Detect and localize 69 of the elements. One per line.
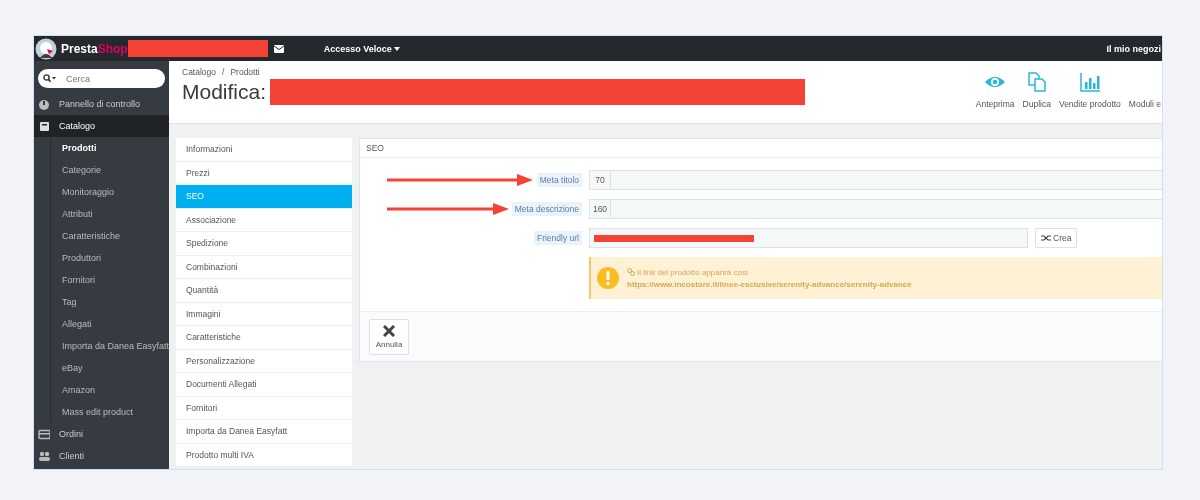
url-field[interactable] [589,228,1028,248]
shop-link[interactable]: Il mio negozi [1106,43,1161,54]
toolbar-button[interactable]: Vendite prodotto [1058,71,1121,123]
mail-icon[interactable] [273,44,284,53]
alert-text: Il link del prodotto apparirà cosi [637,267,748,277]
submenu-item[interactable]: Importa da Danea Easyfatt [51,335,169,357]
shuffle-icon [1041,234,1051,242]
field-label: Meta descrizione [511,202,582,216]
submenu-item[interactable]: Allegati [51,313,169,335]
submenu-item[interactable]: Caratteristiche [51,225,169,247]
submenu-item[interactable]: eBay [51,357,169,379]
gauge-icon [38,98,50,110]
tab[interactable]: Caratteristiche [176,326,352,350]
tab[interactable]: Spedizione [176,232,352,256]
field-label: Meta titolo [536,173,582,187]
tab[interactable]: Fornitori [176,396,352,420]
users-icon [38,450,50,462]
tab[interactable]: Importa da Danea Easyfatt [176,420,352,444]
submenu-item[interactable]: Categorie [51,159,169,181]
breadcrumb-separator: / [222,67,225,77]
submenu-item[interactable]: Prodotti [51,137,169,159]
panel-title: SEO [360,139,1162,158]
link-icon [627,268,635,276]
create-button[interactable]: Crea [1035,228,1078,248]
submenu-item[interactable]: Produttori [51,247,169,269]
text-field[interactable]: 160 [589,199,1162,219]
submenu-item[interactable]: Monitoraggio [51,181,169,203]
submenu-item[interactable]: Amazon [51,379,169,401]
cancel-button[interactable]: Annulla [369,318,409,355]
copy-icon [1025,71,1048,93]
tab[interactable]: Prodotto multi IVA [176,443,352,467]
tab[interactable]: Quantità [176,279,352,303]
char-counter: 70 [590,171,611,189]
sidebar-item[interactable]: Catalogo [34,115,169,137]
submenu-item[interactable]: Mass edit product [51,401,169,423]
tab[interactable]: Documenti Allegati [176,373,352,397]
breadcrumb-link[interactable]: Catalogo [182,67,217,77]
toolbar-button[interactable]: Duplica [1022,71,1051,123]
char-counter: 160 [590,200,611,218]
page-title: Modifica: [182,80,267,104]
toolbar-button[interactable]: Moduli e [1128,71,1161,123]
tab[interactable]: Immagini [176,302,352,326]
search-field[interactable]: Cerca [38,69,165,88]
logo-icon [35,37,57,60]
submenu-item[interactable]: Fornitori [51,269,169,291]
bar-chart-icon [1078,71,1101,93]
caret-icon [393,46,400,51]
tab[interactable]: Prezzi [176,161,352,185]
sidebar-item[interactable]: Ordini [34,423,169,445]
tab[interactable]: Personalizzazione [176,349,352,373]
text-field[interactable]: 70 [589,170,1162,190]
breadcrumb-link[interactable]: Prodotti [230,67,260,77]
close-icon [383,324,395,337]
quick-access-menu[interactable]: Accesso Veloce [323,43,400,54]
toolbar-button[interactable]: Anteprima [975,71,1015,123]
submenu-item[interactable]: Attributi [51,203,169,225]
brand-name: PrestaShop [61,41,128,56]
book-icon [38,120,50,132]
sidebar-item[interactable]: Pannello di controllo [34,93,169,115]
search-icon[interactable] [43,74,56,83]
tab[interactable]: Combinazioni [176,255,352,279]
card-icon [38,428,50,440]
tab[interactable]: Informazioni [176,138,352,162]
tab[interactable]: Associazione [176,208,352,232]
submenu-item[interactable]: Tag [51,291,169,313]
warning-icon [597,267,619,289]
sidebar-item[interactable]: Clienti [34,445,169,467]
product-url: https://www.incostore.it/linee-esclusive/serenity-advance/serenity-advance [627,279,912,289]
field-label: Friendly url [533,231,582,245]
